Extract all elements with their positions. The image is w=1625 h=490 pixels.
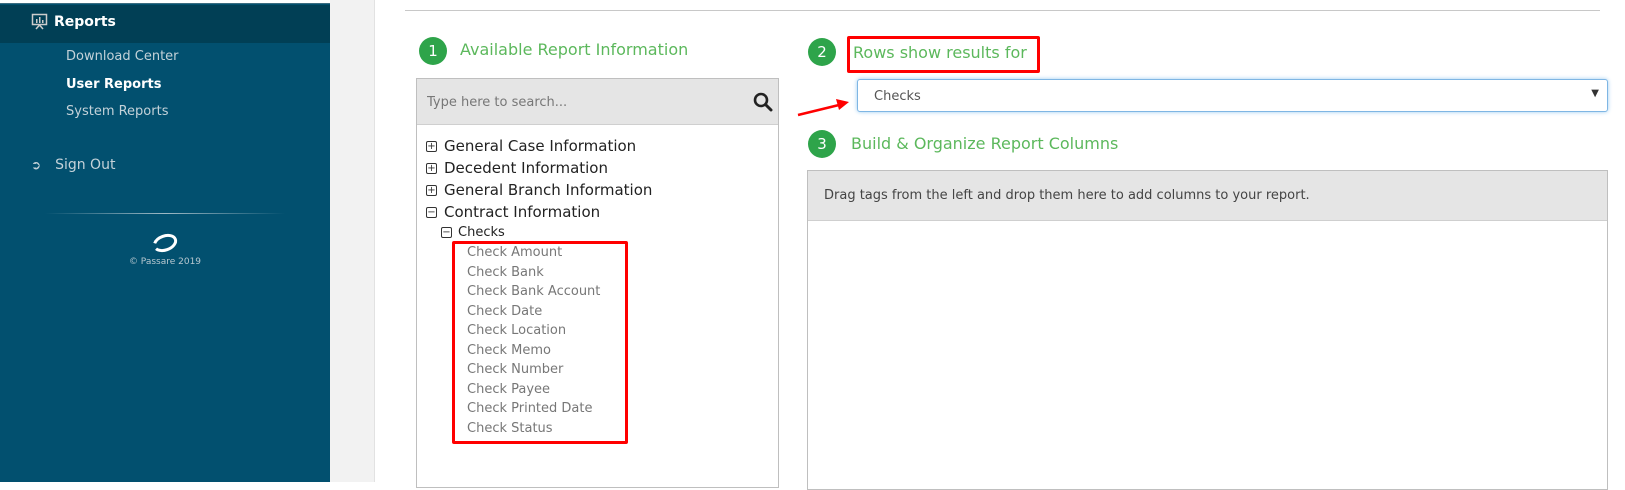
tree-subgroup-label: Checks [458,225,505,240]
sidebar-item-download-center[interactable]: Download Center [66,49,179,64]
report-columns-dropzone[interactable]: Drag tags from the left and drop them he… [807,170,1608,490]
dropzone-hint: Drag tags from the left and drop them he… [808,171,1607,221]
passare-logo-icon [152,233,178,253]
rows-select[interactable]: Checks ▼ [857,79,1608,112]
sidebar-item-user-reports[interactable]: User Reports [66,77,161,92]
rows-select-value: Checks [874,89,921,104]
gutter [330,0,375,482]
step-2-badge: 2 [808,38,836,66]
search-bar [417,79,778,125]
tree-group-label: General Branch Information [444,181,653,199]
search-icon[interactable] [753,92,773,112]
tree-group[interactable]: + General Branch Information [426,181,652,199]
reports-nav[interactable]: Reports [31,13,116,30]
annotation-arrow-icon [797,99,849,117]
annotation-box-fields [452,241,628,444]
sign-out-link[interactable]: ➲ Sign Out [31,157,115,173]
sidebar-divider [45,213,285,214]
top-divider [405,10,1600,11]
presentation-chart-icon [31,13,48,30]
tree-group[interactable]: − Contract Information [426,203,600,221]
step-1-badge: 1 [419,37,447,65]
reports-label: Reports [54,13,116,30]
sidebar-top-edge [0,0,330,4]
copyright: © Passare 2019 [128,257,202,267]
expand-icon[interactable]: + [426,140,437,152]
step-3-badge: 3 [808,130,836,158]
tree-subgroup-checks[interactable]: − Checks [441,225,505,240]
sidebar: Reports Download Center User Reports Sys… [0,0,330,482]
tree-group[interactable]: + General Case Information [426,137,636,155]
tree-group-label: General Case Information [444,137,637,155]
tree-group-label: Contract Information [444,203,601,221]
caret-down-icon: ▼ [1591,88,1599,99]
search-input[interactable] [427,90,727,114]
collapse-icon[interactable]: − [441,227,452,238]
sign-out-label: Sign Out [55,157,116,173]
collapse-icon[interactable]: − [426,206,437,218]
section-1-title: Available Report Information [460,40,689,59]
section-2-title: Rows show results for [853,43,1027,62]
expand-icon[interactable]: + [426,162,437,174]
section-3-title: Build & Organize Report Columns [851,134,1119,153]
tree-group[interactable]: + Decedent Information [426,159,608,177]
tree-group-label: Decedent Information [444,159,608,177]
sign-out-icon: ➲ [31,158,42,172]
sidebar-item-system-reports[interactable]: System Reports [66,104,168,119]
expand-icon[interactable]: + [426,184,437,196]
